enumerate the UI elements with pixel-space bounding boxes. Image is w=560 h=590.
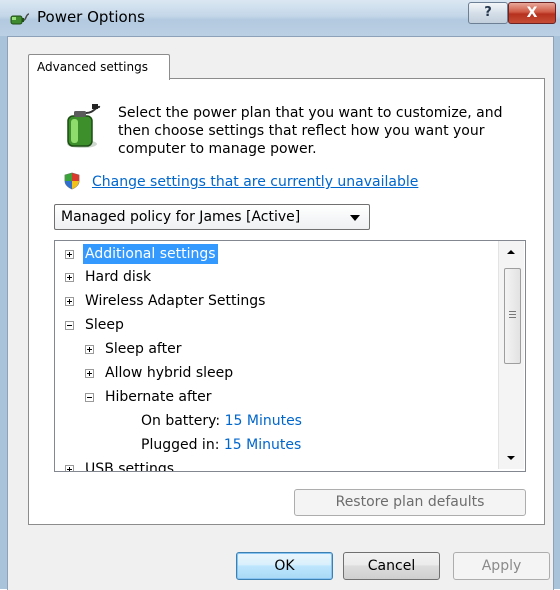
grip-icon xyxy=(509,311,516,312)
tree-item-plugged-in[interactable]: Plugged in: 15 Minutes xyxy=(141,435,301,455)
title-bar[interactable]: Power Options ? X xyxy=(0,0,560,36)
on-battery-value[interactable]: 15 Minutes xyxy=(225,413,302,429)
power-plan-value: Managed policy for James [Active] xyxy=(61,209,301,225)
plugged-in-label: Plugged in: xyxy=(141,437,220,453)
settings-tree[interactable]: Additional settings Hard disk Wireless A… xyxy=(54,240,526,472)
tree-label: Hard disk xyxy=(85,269,152,285)
tree-item-on-battery[interactable]: On battery: 15 Minutes xyxy=(141,411,302,431)
on-battery-label: On battery: xyxy=(141,413,221,429)
expand-plus-icon[interactable] xyxy=(85,369,94,378)
power-plan-dropdown[interactable]: Managed policy for James [Active] xyxy=(54,204,370,230)
tab-label: Advanced settings xyxy=(37,60,148,74)
description-text: Select the power plan that you want to c… xyxy=(118,105,503,157)
scroll-up-icon[interactable] xyxy=(507,250,515,254)
window-title: Power Options xyxy=(37,8,145,26)
tree-label: Allow hybrid sleep xyxy=(105,365,234,381)
tree-scrollbar[interactable] xyxy=(498,241,524,469)
scroll-down-icon[interactable] xyxy=(507,456,515,460)
cancel-button[interactable]: Cancel xyxy=(343,552,440,580)
tree-label: USB settings xyxy=(85,461,175,472)
battery-plug-icon xyxy=(67,104,101,148)
expand-plus-icon[interactable] xyxy=(65,273,74,282)
expand-plus-icon[interactable] xyxy=(85,345,94,354)
tab-advanced-settings[interactable]: Advanced settings xyxy=(28,54,170,80)
plugged-in-value[interactable]: 15 Minutes xyxy=(224,437,301,453)
uac-shield-icon xyxy=(64,172,80,190)
close-button[interactable]: X xyxy=(508,2,556,24)
apply-button[interactable]: Apply xyxy=(453,552,550,580)
help-button[interactable]: ? xyxy=(468,2,508,24)
expand-plus-icon[interactable] xyxy=(65,465,74,471)
tree-label: Sleep after xyxy=(105,341,182,357)
power-options-window: Power Options ? X Advanced settings Sele… xyxy=(0,0,560,590)
tree-label: Sleep xyxy=(85,317,124,333)
expand-plus-icon[interactable] xyxy=(65,250,74,259)
power-options-icon xyxy=(10,13,30,25)
scroll-thumb[interactable] xyxy=(504,268,521,364)
expand-plus-icon[interactable] xyxy=(65,297,74,306)
change-settings-link[interactable]: Change settings that are currently unava… xyxy=(92,174,418,190)
collapse-minus-icon[interactable] xyxy=(65,321,74,330)
chevron-down-icon xyxy=(350,215,360,221)
tree-label: Additional settings xyxy=(83,244,218,264)
restore-defaults-button[interactable]: Restore plan defaults xyxy=(294,489,526,516)
tree-label: Wireless Adapter Settings xyxy=(85,293,266,309)
collapse-minus-icon[interactable] xyxy=(85,393,94,402)
ok-button[interactable]: OK xyxy=(236,552,333,580)
tree-label: Hibernate after xyxy=(105,389,212,405)
